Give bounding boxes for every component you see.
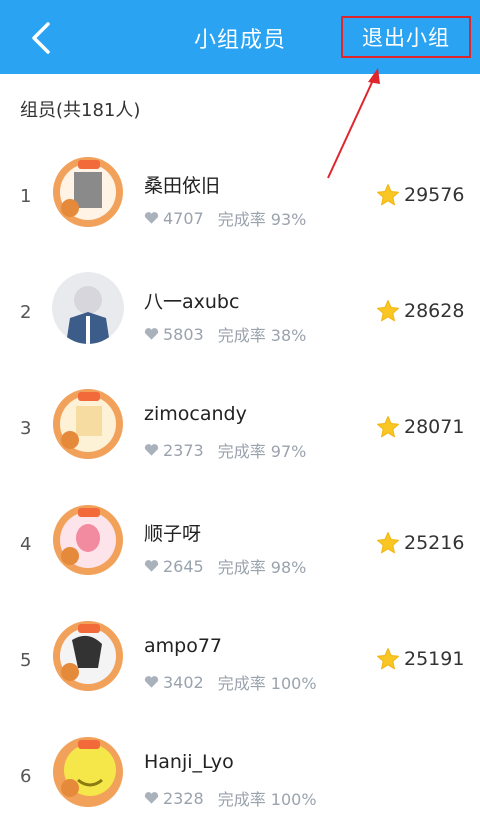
heart-icon [144, 444, 159, 456]
completion-rate: 完成率 98% [217, 558, 307, 577]
rank-number: 6 [20, 766, 32, 787]
score-value: 29576 [404, 184, 465, 206]
list-item[interactable]: 2 八一axubc 5803 完成率 38% 28628 [0, 256, 480, 372]
avatar[interactable] [52, 736, 124, 808]
score-value: 25191 [404, 648, 465, 670]
member-list: 1 桑田依旧 4707 完成率 93% 29576 2 八一axubc 5803… [0, 140, 480, 835]
member-stats: 3402 完成率 100% [144, 670, 317, 694]
member-stats: 2373 完成率 97% [144, 438, 306, 462]
star-icon [377, 648, 399, 670]
member-name: Hanji_Lyo [144, 751, 234, 773]
member-name: zimocandy [144, 403, 247, 425]
score-value: 25216 [404, 532, 465, 554]
heart-icon [144, 212, 159, 224]
list-item[interactable]: 4 顺子呀 2645 完成率 98% 25216 [0, 488, 480, 604]
avatar[interactable] [52, 156, 124, 228]
completion-rate: 完成率 93% [217, 210, 307, 229]
member-name: 八一axubc [144, 291, 240, 313]
heart-icon [144, 676, 159, 688]
member-count: 组员(共181人) [20, 100, 141, 121]
avatar[interactable] [52, 504, 124, 576]
member-stats: 5803 完成率 38% [144, 322, 306, 346]
rank-number: 5 [20, 650, 32, 671]
likes-count: 2373 [163, 440, 204, 460]
avatar[interactable] [52, 388, 124, 460]
score: 28071 [376, 415, 464, 439]
member-stats: 2645 完成率 98% [144, 554, 306, 578]
completion-rate: 完成率 100% [217, 790, 317, 809]
exit-group-button[interactable]: 退出小组 [341, 16, 471, 58]
likes-count: 2328 [163, 788, 204, 808]
list-item[interactable]: 6 Hanji_Lyo 2328 完成率 100% [0, 720, 480, 835]
score: 25191 [376, 647, 464, 671]
heart-icon [144, 560, 159, 572]
star-icon [377, 300, 399, 322]
member-name: 顺子呀 [144, 523, 202, 545]
score: 28628 [376, 299, 464, 323]
avatar[interactable] [52, 620, 124, 692]
member-name: ampo77 [144, 635, 223, 657]
list-item[interactable]: 3 zimocandy 2373 完成率 97% 28071 [0, 372, 480, 488]
likes-count: 3402 [163, 672, 204, 692]
score: 29576 [376, 183, 464, 207]
likes-count: 5803 [163, 324, 204, 344]
likes-count: 2645 [163, 556, 204, 576]
list-item[interactable]: 1 桑田依旧 4707 完成率 93% 29576 [0, 140, 480, 256]
rank-number: 4 [20, 534, 32, 555]
star-icon [377, 184, 399, 206]
member-stats: 4707 完成率 93% [144, 206, 306, 230]
likes-count: 4707 [163, 208, 204, 228]
star-icon [377, 416, 399, 438]
completion-rate: 完成率 100% [217, 674, 317, 693]
score-value: 28071 [404, 416, 465, 438]
top-bar: 小组成员 退出小组 [0, 0, 480, 74]
heart-icon [144, 328, 159, 340]
score: 25216 [376, 531, 464, 555]
score-value: 28628 [404, 300, 465, 322]
list-item[interactable]: 5 ampo77 3402 完成率 100% 25191 [0, 604, 480, 720]
completion-rate: 完成率 38% [217, 326, 307, 345]
member-stats: 2328 完成率 100% [144, 786, 317, 810]
avatar[interactable] [52, 272, 124, 344]
heart-icon [144, 792, 159, 804]
rank-number: 2 [20, 302, 32, 323]
star-icon [377, 532, 399, 554]
completion-rate: 完成率 97% [217, 442, 307, 461]
member-name: 桑田依旧 [144, 175, 221, 197]
rank-number: 1 [20, 186, 32, 207]
rank-number: 3 [20, 418, 32, 439]
